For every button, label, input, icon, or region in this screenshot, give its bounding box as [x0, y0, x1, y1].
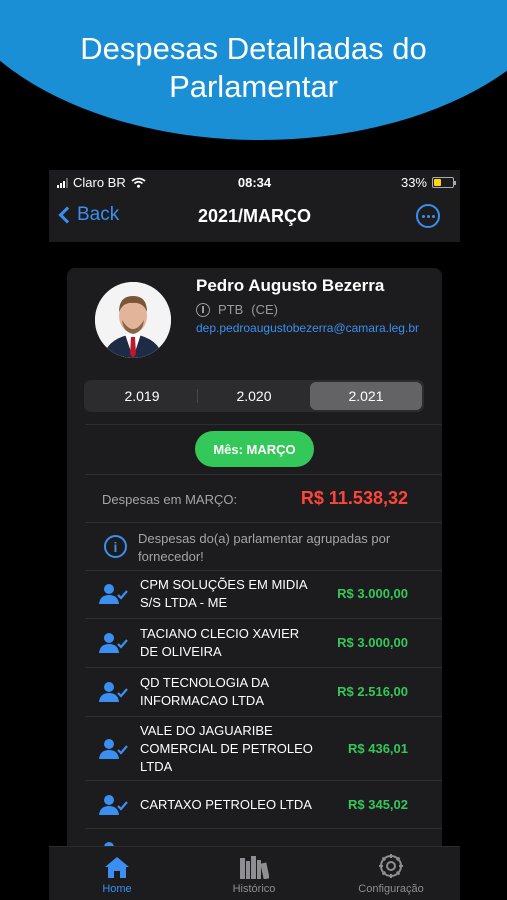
supplier-name: TACIANO CLECIO XAVIER DE OLIVEIRA: [140, 626, 300, 659]
promo-title-line2: Parlamentar: [169, 69, 338, 104]
supplier-row[interactable]: TACIANO CLECIO XAVIER DE OLIVEIRA R$ 3.00…: [67, 619, 442, 668]
nav-bar: Back 2021/MARÇO: [49, 194, 460, 242]
home-icon: [105, 857, 129, 878]
tab-configuracao-label: Configuração: [358, 883, 424, 895]
phone-screen: Claro BR 08:34 33% Back 2021/MARÇO Pedro…: [49, 170, 460, 900]
tab-historico[interactable]: Histórico: [204, 855, 304, 895]
user-check-icon: [99, 682, 128, 702]
avatar: [95, 282, 171, 358]
supplier-name: VALE DO JAGUARIBE COMERCIAL DE PETROLEO …: [140, 722, 313, 774]
supplier-amount: R$ 3.000,00: [337, 586, 408, 601]
tab-bar: Home Histórico Configuração: [49, 846, 460, 900]
promo-title: Despesas Detalhadas do Parlamentar: [0, 30, 507, 106]
supplier-amount: R$ 345,02: [348, 796, 408, 812]
year-segment-2020[interactable]: 2.020: [198, 382, 310, 410]
user-check-icon: [99, 633, 128, 653]
supplier-row[interactable]: CPM SOLUÇÕES EM MIDIA S/S LTDA - ME R$ 3.…: [67, 570, 442, 619]
supplier-amount: R$ 436,01: [348, 740, 408, 756]
books-icon: [240, 856, 269, 879]
deputy-card: Pedro Augusto Bezerra PTB (CE) dep.pedro…: [67, 268, 442, 900]
supplier-name: CPM SOLUÇÕES EM MIDIA S/S LTDA - ME: [140, 577, 307, 610]
month-button[interactable]: Mês: MARÇO: [195, 431, 314, 467]
total-value: R$ 11.538,32: [300, 488, 408, 508]
tab-home-label: Home: [102, 883, 132, 895]
email-link[interactable]: dep.pedroaugustobezerra@camara.leg.br: [196, 320, 426, 337]
info-icon: i: [104, 535, 127, 558]
info-text: Despesas do(a) parlamentar agrupadas por…: [138, 531, 391, 564]
divider: [85, 474, 442, 475]
user-check-icon: [99, 738, 128, 759]
user-check-icon: [99, 794, 128, 815]
divider: [85, 424, 442, 425]
tab-configuracao[interactable]: Configuração: [341, 854, 441, 895]
party-icon: [196, 302, 210, 317]
gear-icon: [379, 854, 403, 878]
battery-icon: [432, 177, 456, 188]
supplier-row[interactable]: CARTAXO PETROLEO LTDA R$ 345,02: [67, 781, 442, 829]
battery-percent: 33%: [400, 175, 427, 190]
divider: [85, 522, 442, 523]
avatar-image: [95, 282, 171, 358]
promo-banner: Despesas Detalhadas do Parlamentar: [0, 0, 507, 150]
party-label: PTB: [218, 302, 244, 317]
promo-title-line1: Despesas Detalhadas do: [80, 31, 427, 66]
tab-home[interactable]: Home: [67, 855, 167, 895]
supplier-row[interactable]: VALE DO JAGUARIBE COMERCIAL DE PETROLEO …: [67, 717, 442, 781]
page-title: 2021/MARÇO: [197, 206, 312, 226]
year-segment-2021[interactable]: 2.021: [310, 382, 422, 410]
supplier-amount: R$ 2.516,00: [337, 684, 408, 699]
supplier-name: CARTAXO PETROLEO LTDA: [140, 796, 312, 812]
total-label: Despesas em MARÇO:: [102, 492, 238, 507]
supplier-amount: R$ 3.000,00: [337, 635, 408, 650]
supplier-name: QD TECNOLOGIA DA INFORMACAO LTDA: [140, 675, 269, 708]
party-info: PTB (CE): [196, 302, 278, 317]
state-label: (CE): [251, 302, 279, 317]
status-time: 08:34: [237, 175, 272, 190]
year-segmented-control: 2.019 2.020 2.021: [84, 380, 424, 412]
supplier-row[interactable]: QD TECNOLOGIA DA INFORMACAO LTDA R$ 2.516…: [67, 668, 442, 717]
user-check-icon: [99, 584, 128, 604]
status-bar: Claro BR 08:34 33%: [49, 170, 460, 194]
ellipsis-circle-icon[interactable]: [416, 204, 440, 228]
deputy-name: Pedro Augusto Bezerra: [196, 276, 385, 295]
year-segment-2019[interactable]: 2.019: [86, 382, 198, 410]
tab-historico-label: Histórico: [232, 883, 276, 895]
